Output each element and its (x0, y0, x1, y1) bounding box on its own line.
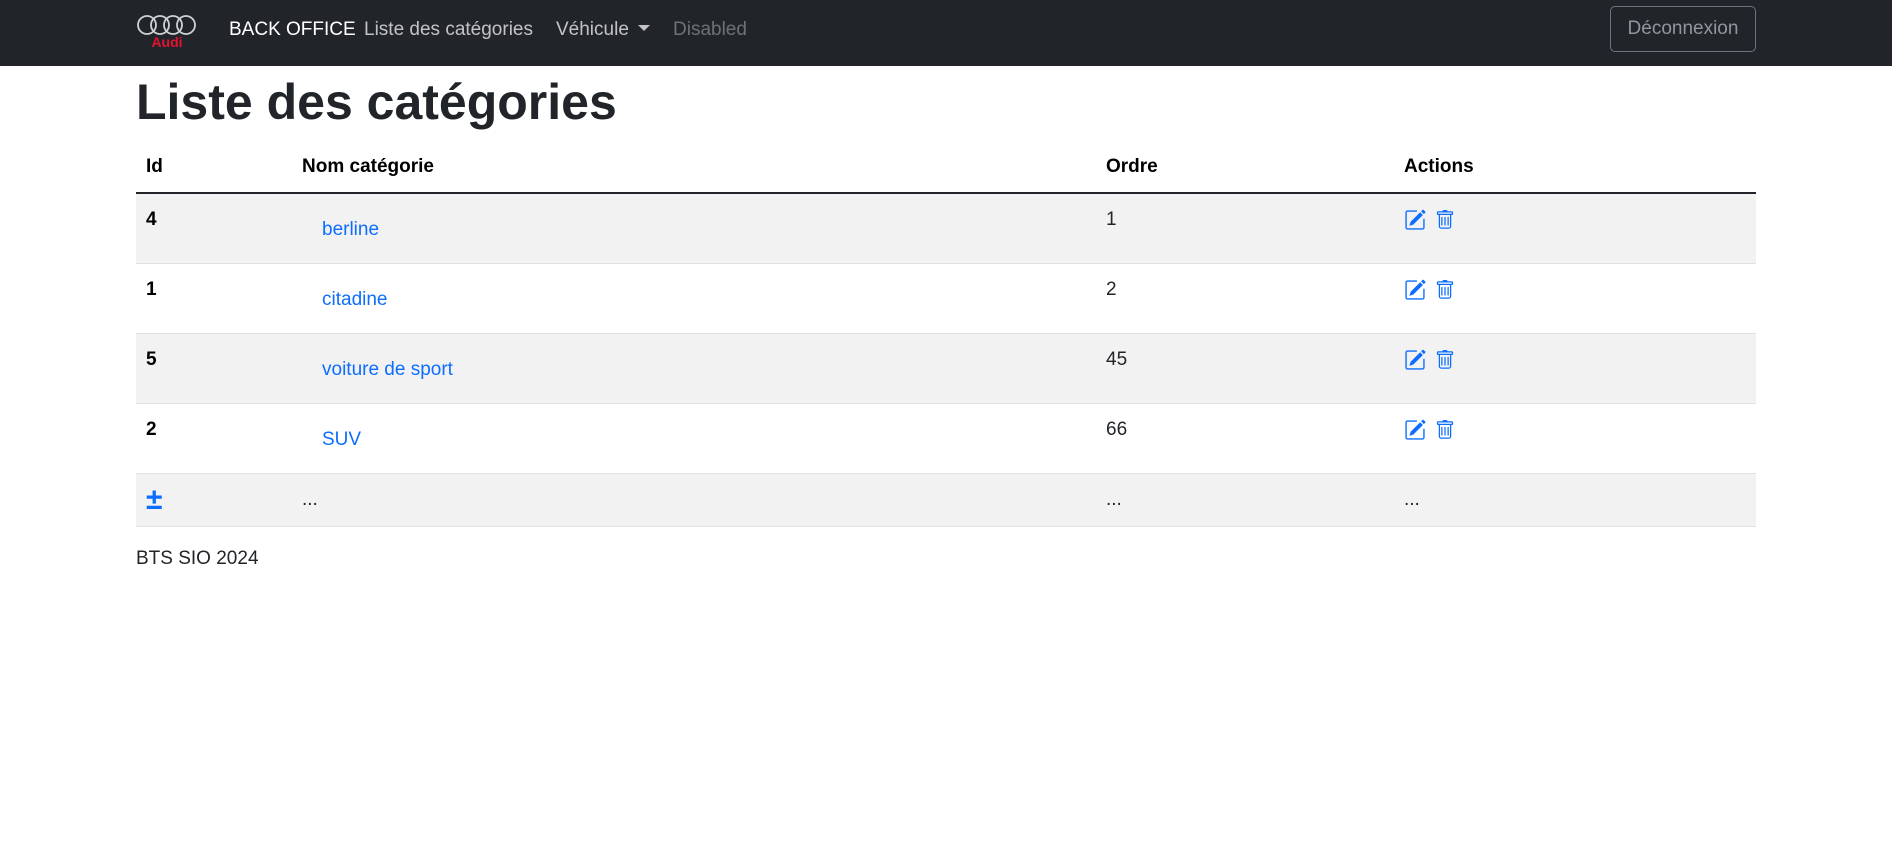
nav-brand-back-office[interactable]: BACK OFFICE (229, 0, 356, 60)
cell-ordre: 1 (1096, 193, 1394, 264)
edit-icon[interactable] (1404, 209, 1426, 237)
cell-name: berline (292, 193, 1096, 264)
cell-id: 5 (136, 333, 292, 404)
cell-actions (1394, 263, 1756, 334)
table-header-row: Id Nom catégorie Ordre Actions (136, 142, 1756, 194)
cell-name-placeholder: ... (292, 473, 1096, 527)
navbar-inner: Audi BACK OFFICE Liste des catégories Vé… (136, 0, 1756, 66)
table-row: 1 citadine 2 (136, 263, 1756, 334)
table-row: 5 voiture de sport 45 (136, 333, 1756, 404)
cell-id: 2 (136, 403, 292, 474)
table-row: 2 SUV 66 (136, 403, 1756, 474)
cell-actions (1394, 403, 1756, 474)
cell-id: 1 (136, 263, 292, 334)
add-category-icon[interactable]: ± (146, 483, 162, 516)
trash-icon[interactable] (1435, 419, 1455, 447)
cell-add: ± (136, 473, 292, 527)
nav-link-disabled: Disabled (673, 19, 747, 40)
cell-ordre-placeholder: ... (1096, 473, 1394, 527)
footer-text: BTS SIO 2024 (136, 548, 259, 569)
cell-ordre: 2 (1096, 263, 1394, 334)
categories-table: Id Nom catégorie Ordre Actions 4 berline… (136, 142, 1756, 527)
navbar: Audi BACK OFFICE Liste des catégories Vé… (0, 0, 1892, 66)
cell-id: 4 (136, 193, 292, 264)
table-row: 4 berline 1 (136, 193, 1756, 264)
cell-name: citadine (292, 263, 1096, 334)
cell-ordre: 45 (1096, 333, 1394, 404)
category-link[interactable]: citadine (322, 289, 388, 311)
cell-ordre: 66 (1096, 403, 1394, 474)
nav-dropdown-vehicule-label: Véhicule (556, 19, 629, 40)
header-name: Nom catégorie (292, 142, 1096, 194)
trash-icon[interactable] (1435, 209, 1455, 237)
audi-rings-icon (137, 15, 196, 35)
audi-logo[interactable]: Audi (136, 14, 198, 52)
cell-name: voiture de sport (292, 333, 1096, 404)
edit-icon[interactable] (1404, 349, 1426, 377)
header-actions: Actions (1394, 142, 1756, 194)
trash-icon[interactable] (1435, 279, 1455, 307)
cell-actions (1394, 333, 1756, 404)
caret-down-icon (637, 25, 650, 31)
nav-dropdown-vehicule[interactable]: Véhicule (556, 0, 650, 60)
category-link[interactable]: berline (322, 219, 379, 241)
trash-icon[interactable] (1435, 349, 1455, 377)
edit-icon[interactable] (1404, 419, 1426, 447)
cell-actions-placeholder: ... (1394, 473, 1756, 527)
header-ordre: Ordre (1096, 142, 1394, 194)
edit-icon[interactable] (1404, 279, 1426, 307)
audi-logo-text: Audi (151, 34, 183, 50)
add-category-row: ± ... ... ... (136, 473, 1756, 527)
page-title: Liste des catégories (136, 74, 617, 130)
header-id: Id (136, 142, 292, 194)
nav-link-categories[interactable]: Liste des catégories (364, 0, 533, 60)
category-link[interactable]: voiture de sport (322, 359, 453, 381)
category-link[interactable]: SUV (322, 429, 361, 451)
cell-name: SUV (292, 403, 1096, 474)
logout-button[interactable]: Déconnexion (1610, 6, 1756, 52)
cell-actions (1394, 193, 1756, 264)
